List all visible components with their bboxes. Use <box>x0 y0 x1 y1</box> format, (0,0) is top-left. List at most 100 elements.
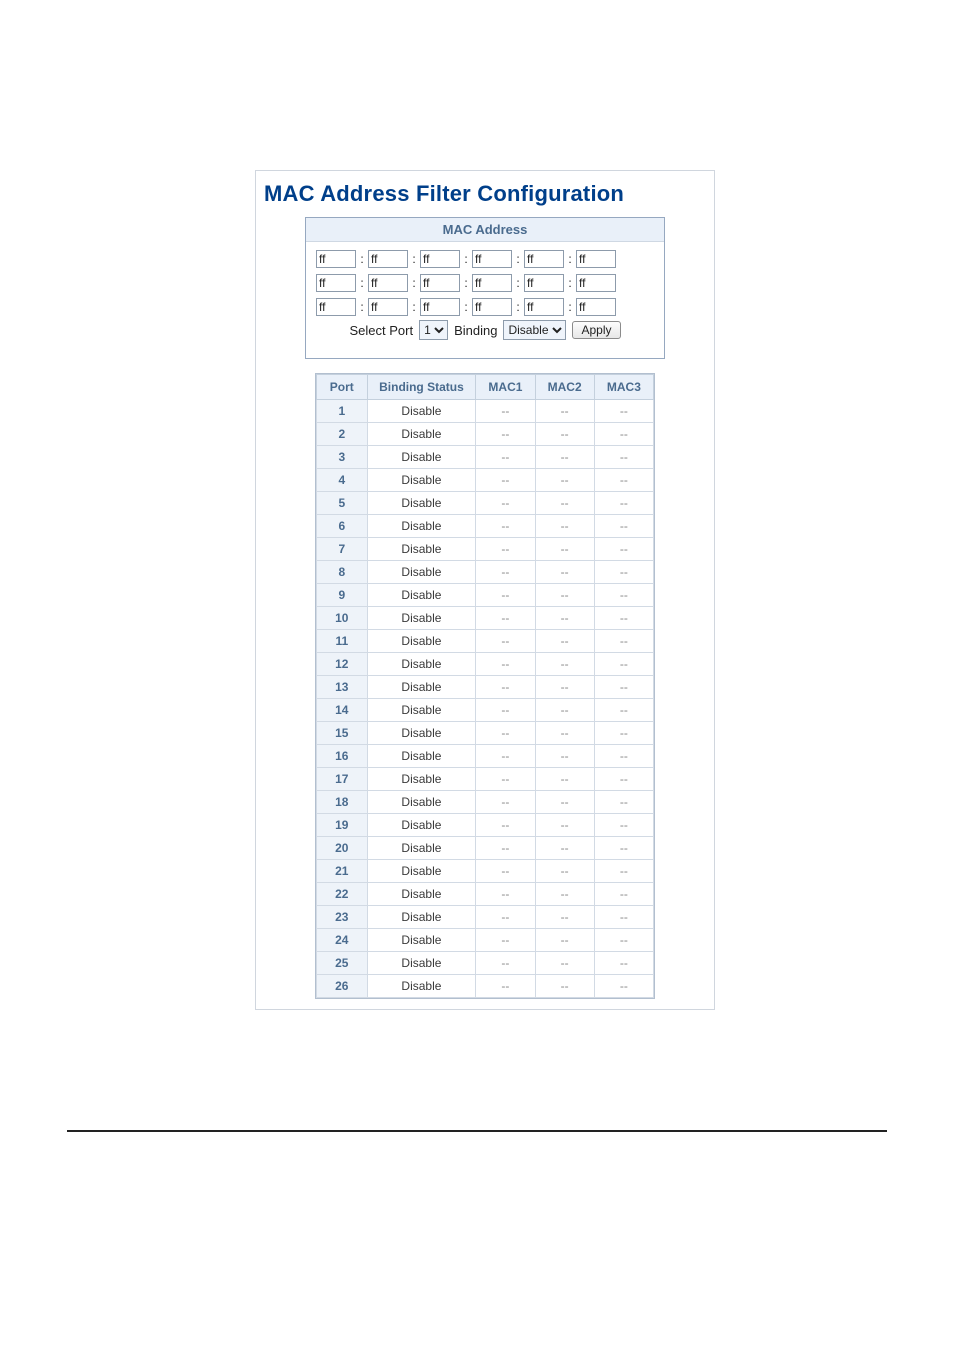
cell-mac1: -- <box>476 630 535 653</box>
page-title: MAC Address Filter Configuration <box>264 181 706 207</box>
cell-mac2: -- <box>535 745 594 768</box>
cell-mac2: -- <box>535 630 594 653</box>
cell-mac1: -- <box>476 607 535 630</box>
cell-port: 24 <box>317 929 368 952</box>
cell-mac2: -- <box>535 400 594 423</box>
cell-mac1: -- <box>476 722 535 745</box>
cell-binding-status: Disable <box>367 561 476 584</box>
mac-octet-input[interactable] <box>524 298 564 316</box>
table-row: 10Disable------ <box>317 607 654 630</box>
mac-octet-input[interactable] <box>576 250 616 268</box>
cell-port: 13 <box>317 676 368 699</box>
cell-port: 22 <box>317 883 368 906</box>
cell-binding-status: Disable <box>367 515 476 538</box>
cell-mac3: -- <box>594 469 653 492</box>
table-row: 26Disable------ <box>317 975 654 998</box>
mac-colon: : <box>462 252 470 266</box>
mac-octet-input[interactable] <box>472 274 512 292</box>
cell-mac1: -- <box>476 400 535 423</box>
cell-mac2: -- <box>535 469 594 492</box>
mac-octet-input[interactable] <box>524 250 564 268</box>
port-select[interactable]: 1 <box>419 320 448 340</box>
cell-port: 7 <box>317 538 368 561</box>
mac-octet-input[interactable] <box>524 274 564 292</box>
cell-mac1: -- <box>476 653 535 676</box>
cell-binding-status: Disable <box>367 745 476 768</box>
binding-select[interactable]: Disable <box>503 320 566 340</box>
mac-octet-input[interactable] <box>472 250 512 268</box>
cell-port: 16 <box>317 745 368 768</box>
table-row: 24Disable------ <box>317 929 654 952</box>
cell-binding-status: Disable <box>367 699 476 722</box>
status-table-wrap: Port Binding Status MAC1 MAC2 MAC3 1Disa… <box>315 373 655 999</box>
cell-mac1: -- <box>476 584 535 607</box>
cell-port: 14 <box>317 699 368 722</box>
cell-mac2: -- <box>535 538 594 561</box>
mac-octet-input[interactable] <box>316 274 356 292</box>
control-row: Select Port 1 Binding Disable Apply <box>316 316 654 350</box>
binding-label: Binding <box>454 323 497 338</box>
cell-port: 4 <box>317 469 368 492</box>
mac-octet-input[interactable] <box>420 298 460 316</box>
table-row: 20Disable------ <box>317 837 654 860</box>
cell-mac3: -- <box>594 768 653 791</box>
cell-mac1: -- <box>476 791 535 814</box>
cell-mac2: -- <box>535 906 594 929</box>
cell-port: 17 <box>317 768 368 791</box>
mac-octet-input[interactable] <box>420 274 460 292</box>
cell-mac2: -- <box>535 446 594 469</box>
cell-mac3: -- <box>594 860 653 883</box>
cell-mac2: -- <box>535 860 594 883</box>
table-row: 19Disable------ <box>317 814 654 837</box>
apply-button[interactable]: Apply <box>572 321 620 339</box>
cell-mac2: -- <box>535 676 594 699</box>
cell-mac1: -- <box>476 538 535 561</box>
cell-binding-status: Disable <box>367 906 476 929</box>
mac-octet-input[interactable] <box>576 298 616 316</box>
table-row: 12Disable------ <box>317 653 654 676</box>
mac-octet-input[interactable] <box>368 274 408 292</box>
cell-binding-status: Disable <box>367 929 476 952</box>
cell-binding-status: Disable <box>367 952 476 975</box>
mac-address-body: ::::::::::::::: Select Port 1 Binding Di… <box>306 242 664 358</box>
mac-octet-input[interactable] <box>576 274 616 292</box>
mac-octet-input[interactable] <box>368 298 408 316</box>
mac-octet-input[interactable] <box>472 298 512 316</box>
table-row: 9Disable------ <box>317 584 654 607</box>
col-mac3: MAC3 <box>594 375 653 400</box>
table-row: 14Disable------ <box>317 699 654 722</box>
cell-mac1: -- <box>476 561 535 584</box>
cell-mac3: -- <box>594 400 653 423</box>
cell-binding-status: Disable <box>367 860 476 883</box>
cell-mac2: -- <box>535 699 594 722</box>
cell-binding-status: Disable <box>367 492 476 515</box>
cell-mac3: -- <box>594 745 653 768</box>
table-row: 11Disable------ <box>317 630 654 653</box>
cell-binding-status: Disable <box>367 446 476 469</box>
cell-binding-status: Disable <box>367 883 476 906</box>
cell-binding-status: Disable <box>367 975 476 998</box>
cell-mac3: -- <box>594 975 653 998</box>
mac-octet-input[interactable] <box>316 250 356 268</box>
cell-mac1: -- <box>476 860 535 883</box>
cell-mac3: -- <box>594 883 653 906</box>
cell-mac3: -- <box>594 515 653 538</box>
cell-mac2: -- <box>535 423 594 446</box>
cell-mac1: -- <box>476 492 535 515</box>
cell-mac2: -- <box>535 722 594 745</box>
cell-port: 12 <box>317 653 368 676</box>
cell-port: 3 <box>317 446 368 469</box>
status-table-header-row: Port Binding Status MAC1 MAC2 MAC3 <box>317 375 654 400</box>
mac-octet-input[interactable] <box>316 298 356 316</box>
cell-port: 19 <box>317 814 368 837</box>
cell-mac1: -- <box>476 423 535 446</box>
cell-binding-status: Disable <box>367 584 476 607</box>
table-row: 3Disable------ <box>317 446 654 469</box>
cell-port: 26 <box>317 975 368 998</box>
mac-octet-input[interactable] <box>420 250 460 268</box>
mac-octet-input[interactable] <box>368 250 408 268</box>
cell-mac3: -- <box>594 699 653 722</box>
cell-mac1: -- <box>476 768 535 791</box>
cell-binding-status: Disable <box>367 538 476 561</box>
cell-port: 10 <box>317 607 368 630</box>
